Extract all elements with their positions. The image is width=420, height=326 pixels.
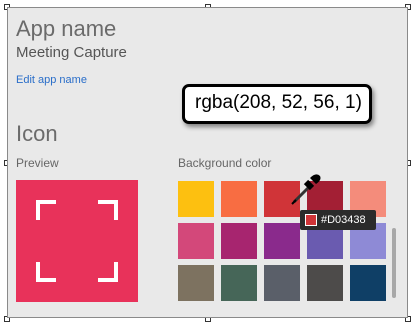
app-name-label: App name — [16, 16, 117, 41]
color-swatch[interactable] — [221, 265, 257, 301]
preview-label: Preview — [16, 156, 59, 170]
color-swatch[interactable] — [221, 181, 257, 217]
tooltip-color-chip — [305, 214, 317, 226]
color-swatch[interactable] — [178, 181, 214, 217]
color-swatch[interactable] — [307, 265, 343, 301]
color-swatch[interactable] — [264, 265, 300, 301]
corner-brackets-icon — [36, 200, 118, 282]
color-value-callout: rgba(208, 52, 56, 1) — [182, 84, 372, 124]
app-name-value: Meeting Capture — [16, 44, 127, 61]
color-swatch[interactable] — [264, 223, 300, 259]
tooltip-hex-text: #D03438 — [321, 214, 366, 226]
color-swatch[interactable] — [178, 223, 214, 259]
icon-preview — [16, 180, 138, 302]
color-swatch[interactable] — [221, 223, 257, 259]
color-tooltip: #D03438 — [300, 210, 376, 230]
swatch-scrollbar-thumb[interactable] — [392, 228, 396, 298]
icon-section-label: Icon — [16, 121, 58, 146]
eyedropper-icon — [291, 174, 321, 205]
color-swatch[interactable] — [178, 265, 214, 301]
color-swatch[interactable] — [350, 265, 386, 301]
edit-app-name-link[interactable]: Edit app name — [16, 74, 87, 86]
background-color-label: Background color — [178, 156, 272, 170]
callout-text: rgba(208, 52, 56, 1) — [195, 92, 362, 113]
